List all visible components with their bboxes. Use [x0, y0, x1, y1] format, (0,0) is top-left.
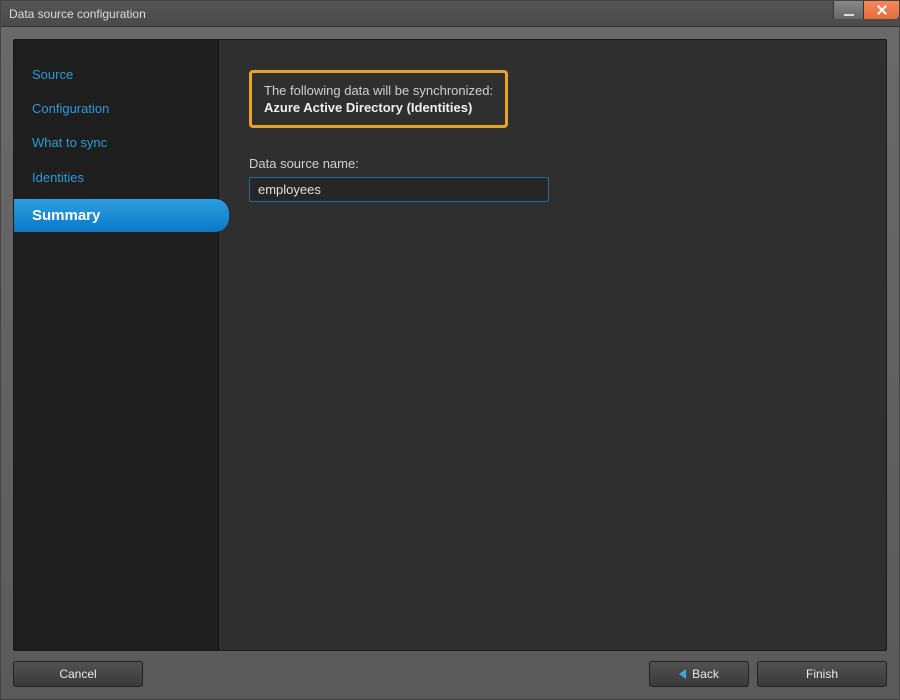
window-title: Data source configuration	[9, 7, 146, 21]
data-source-name-label: Data source name:	[249, 156, 856, 171]
titlebar: Data source configuration	[1, 1, 899, 27]
content-area: The following data will be synchronized:…	[219, 40, 886, 650]
minimize-icon	[844, 14, 854, 16]
cancel-button[interactable]: Cancel	[13, 661, 143, 687]
sidebar: Source Configuration What to sync Identi…	[14, 40, 219, 650]
dialog-body: Source Configuration What to sync Identi…	[1, 27, 899, 699]
close-button[interactable]	[863, 1, 899, 19]
minimize-button[interactable]	[833, 1, 863, 19]
sidebar-item-source[interactable]: Source	[14, 58, 218, 92]
data-source-name-input[interactable]	[249, 177, 549, 202]
sidebar-item-label: Source	[32, 67, 73, 82]
sidebar-item-configuration[interactable]: Configuration	[14, 92, 218, 126]
sync-intro-text: The following data will be synchronized:	[264, 83, 493, 98]
sidebar-item-summary[interactable]: Summary	[14, 199, 229, 232]
close-icon	[877, 5, 887, 15]
footer-right: Back Finish	[649, 661, 887, 687]
back-button-label: Back	[692, 667, 719, 681]
sidebar-item-what-to-sync[interactable]: What to sync	[14, 126, 218, 160]
finish-button[interactable]: Finish	[757, 661, 887, 687]
chevron-left-icon	[679, 669, 686, 679]
back-button[interactable]: Back	[649, 661, 749, 687]
sidebar-item-label: What to sync	[32, 135, 107, 150]
footer: Cancel Back Finish	[13, 661, 887, 687]
finish-button-label: Finish	[806, 667, 838, 681]
sync-summary-box: The following data will be synchronized:…	[249, 70, 508, 128]
sidebar-item-identities[interactable]: Identities	[14, 161, 218, 195]
window-controls	[833, 1, 899, 26]
main-panel: Source Configuration What to sync Identi…	[13, 39, 887, 651]
cancel-button-label: Cancel	[59, 667, 96, 681]
sync-target-text: Azure Active Directory (Identities)	[264, 100, 493, 115]
sidebar-item-label: Summary	[32, 207, 100, 224]
sidebar-item-label: Configuration	[32, 101, 109, 116]
dialog-window: Data source configuration Source Configu…	[0, 0, 900, 700]
sidebar-item-label: Identities	[32, 170, 84, 185]
